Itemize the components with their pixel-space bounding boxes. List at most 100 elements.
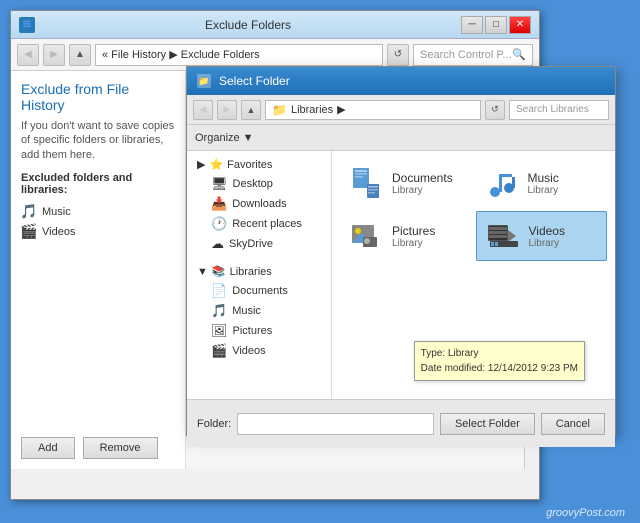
nav-lib-videos[interactable]: 🎬 Videos — [195, 341, 323, 361]
dialog-icon: 📁 — [197, 74, 211, 88]
music-file-type: Library — [528, 185, 559, 196]
tooltip-type: Type: Library — [421, 346, 578, 361]
nav-lib-documents-label: Documents — [232, 285, 288, 297]
watermark: groovyPost.com — [546, 507, 625, 519]
folder-label: Folder: — [197, 418, 231, 430]
tooltip-date-modified: Date modified: 12/14/2012 9:23 PM — [421, 361, 578, 376]
videos-file-type: Library — [529, 238, 565, 249]
add-button[interactable]: Add — [21, 437, 75, 459]
documents-file-info: Documents Library — [392, 171, 453, 196]
main-window: ⊞ Exclude Folders ─ □ ✕ ◀ ▶ ▲ « File His… — [10, 10, 540, 500]
main-window-title: Exclude Folders — [35, 18, 461, 32]
forward-button[interactable]: ▶ — [43, 44, 65, 66]
pictures-file-type: Library — [392, 238, 435, 249]
nav-recent-places[interactable]: 🕐 Recent places — [195, 214, 323, 234]
music-file-name: Music — [528, 171, 559, 185]
refresh-button[interactable]: ↺ — [387, 44, 409, 66]
music-file-info: Music Library — [528, 171, 559, 196]
favorites-label: Favorites — [227, 159, 272, 171]
recent-places-icon: 🕐 — [211, 216, 227, 232]
libraries-section: ▼ 📚 Libraries 📄 Documents 🎵 Music 🖼 — [187, 258, 331, 365]
dialog-forward-button[interactable]: ▶ — [217, 100, 237, 120]
libraries-header[interactable]: ▼ 📚 Libraries — [195, 262, 323, 281]
nav-recent-places-label: Recent places — [232, 218, 302, 230]
folder-input[interactable] — [237, 413, 434, 435]
close-button[interactable]: ✕ — [509, 16, 531, 34]
nav-skydrive[interactable]: ☁ SkyDrive — [195, 234, 323, 254]
page-heading: Exclude from File History — [21, 81, 175, 113]
libraries-icon: 📚 — [212, 265, 226, 278]
nav-lib-pictures-label: Pictures — [233, 325, 273, 337]
lib-pictures-icon: 🖼 — [211, 323, 228, 339]
nav-desktop-label: Desktop — [233, 178, 273, 190]
nav-downloads[interactable]: 📥 Downloads — [195, 194, 323, 214]
nav-downloads-label: Downloads — [232, 198, 286, 210]
minimize-button[interactable]: ─ — [461, 16, 483, 34]
main-title-bar: ⊞ Exclude Folders ─ □ ✕ — [11, 11, 539, 39]
main-window-icon: ⊞ — [19, 17, 35, 33]
dialog-refresh-button[interactable]: ↺ — [485, 100, 505, 120]
videos-file-name: Videos — [529, 224, 565, 238]
excluded-music-label: Music — [42, 206, 71, 218]
favorites-star-icon: ⭐ — [209, 158, 223, 171]
back-button[interactable]: ◀ — [17, 44, 39, 66]
address-path[interactable]: « File History ▶ Exclude Folders — [95, 44, 383, 66]
nav-desktop[interactable]: 🖥 Desktop — [195, 174, 323, 194]
lib-videos-icon: 🎬 — [211, 343, 227, 359]
documents-file-type: Library — [392, 185, 453, 196]
dialog-address-bar: ◀ ▶ ▲ 📁 Libraries ▶ ↺ Search Libraries — [187, 95, 615, 125]
favorites-arrow-icon: ▶ — [197, 158, 205, 171]
videos-library-icon: 🎬 — [21, 224, 37, 240]
downloads-icon: 📥 — [211, 196, 227, 212]
dialog-path-arrow: ▶ — [337, 103, 345, 116]
file-item-pictures[interactable]: Pictures Library — [340, 211, 472, 261]
organize-arrow-icon: ▼ — [243, 132, 254, 144]
libraries-arrow-icon: ▼ — [197, 266, 208, 278]
search-placeholder: Search Control P... — [420, 49, 512, 61]
nav-lib-music[interactable]: 🎵 Music — [195, 301, 323, 321]
videos-file-info: Videos Library — [529, 224, 565, 249]
panel-buttons: Add Remove — [21, 437, 158, 459]
file-item-documents[interactable]: Documents Library — [340, 159, 472, 207]
dialog-address-path[interactable]: 📁 Libraries ▶ — [265, 100, 481, 120]
left-panel: Exclude from File History If you don't w… — [11, 71, 186, 469]
dialog-toolbar: Organize ▼ — [187, 125, 615, 151]
pictures-file-icon — [348, 218, 384, 254]
nav-lib-documents[interactable]: 📄 Documents — [195, 281, 323, 301]
organize-button[interactable]: Organize ▼ — [195, 132, 254, 144]
pictures-file-info: Pictures Library — [392, 224, 435, 249]
dialog-path-text: Libraries — [291, 104, 333, 116]
nav-lib-videos-label: Videos — [232, 345, 265, 357]
maximize-button[interactable]: □ — [485, 16, 507, 34]
documents-file-icon — [348, 165, 384, 201]
select-folder-dialog: 📁 Select Folder ◀ ▶ ▲ 📁 Libraries ▶ ↺ Se… — [186, 66, 616, 436]
pictures-file-name: Pictures — [392, 224, 435, 238]
libraries-label: Libraries — [230, 266, 272, 278]
nav-lib-pictures[interactable]: 🖼 Pictures — [195, 321, 323, 341]
dialog-up-button[interactable]: ▲ — [241, 100, 261, 120]
select-folder-button[interactable]: Select Folder — [440, 413, 535, 435]
search-box[interactable]: Search Control P... 🔍 — [413, 44, 533, 66]
window-controls: ─ □ ✕ — [461, 16, 531, 34]
nav-lib-music-label: Music — [232, 305, 261, 317]
dialog-path-icon: 📁 — [272, 103, 287, 117]
videos-file-icon — [485, 218, 521, 254]
cancel-button[interactable]: Cancel — [541, 413, 605, 435]
dialog-search[interactable]: Search Libraries — [509, 100, 609, 120]
file-item-music[interactable]: Music Library — [476, 159, 608, 207]
documents-file-name: Documents — [392, 171, 453, 185]
lib-docs-icon: 📄 — [211, 283, 227, 299]
dialog-search-placeholder: Search Libraries — [516, 104, 602, 115]
remove-button[interactable]: Remove — [83, 437, 158, 459]
favorites-header[interactable]: ▶ ⭐ Favorites — [195, 155, 323, 174]
excluded-music: 🎵 Music — [21, 202, 175, 222]
file-item-videos[interactable]: Videos Library — [476, 211, 608, 261]
organize-label: Organize — [195, 132, 240, 144]
excluded-videos: 🎬 Videos — [21, 222, 175, 242]
excluded-videos-label: Videos — [42, 226, 75, 238]
file-tooltip: Type: Library Date modified: 12/14/2012 … — [414, 341, 585, 381]
up-button[interactable]: ▲ — [69, 44, 91, 66]
music-file-icon — [484, 165, 520, 201]
dialog-back-button[interactable]: ◀ — [193, 100, 213, 120]
dialog-bottom-bar: Folder: Select Folder Cancel — [187, 399, 615, 447]
